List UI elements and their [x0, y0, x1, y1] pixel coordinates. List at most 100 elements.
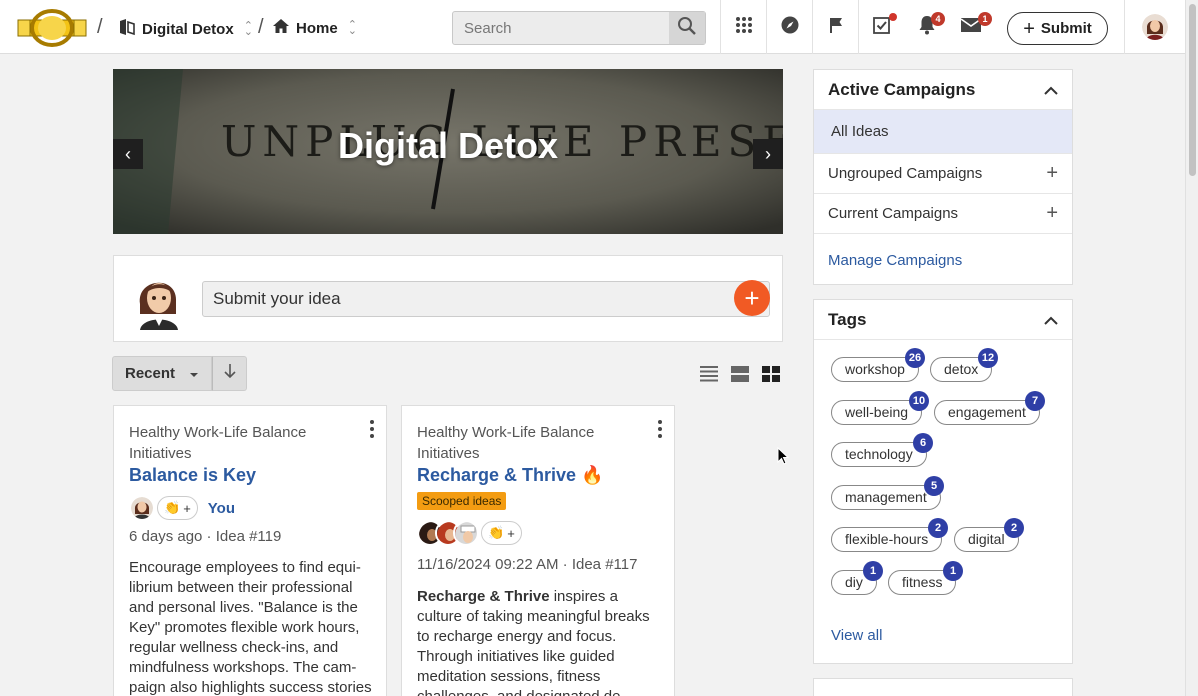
tag-count-badge: 12 [978, 348, 998, 368]
apps-grid-button[interactable] [720, 0, 766, 54]
tag-well-being[interactable]: well-being [831, 400, 923, 425]
card-campaign-name[interactable]: Healthy Work-Life Balance Initiatives [417, 422, 647, 464]
tag-label: engagement [948, 404, 1026, 420]
campaign-item-all-ideas[interactable]: All Ideas [814, 110, 1072, 154]
sort-direction-button[interactable] [212, 356, 247, 391]
clap-emoji-icon: 👏 [164, 500, 181, 515]
messages-button[interactable]: 1 [948, 0, 994, 54]
breadcrumb-home[interactable]: Home ⌃ ⌄ [272, 18, 357, 38]
compact-view-icon [730, 366, 750, 388]
submit-idea-panel: Submit your idea + [113, 255, 783, 342]
user-avatar [1142, 14, 1168, 40]
user-menu[interactable] [1124, 0, 1185, 54]
grid-view-button[interactable] [761, 364, 781, 384]
flag-button[interactable] [812, 0, 858, 54]
tag-label: diy [845, 574, 863, 590]
card-campaign-name[interactable]: Healthy Work-Life Balance Initiatives [129, 422, 359, 464]
search-button[interactable] [669, 12, 705, 44]
chevron-up-icon[interactable] [1044, 310, 1058, 330]
messages-count-badge: 1 [978, 12, 992, 26]
chevron-left-icon: ‹ [125, 143, 131, 164]
tag-label: well-being [845, 404, 909, 420]
submit-idea-input[interactable]: Submit your idea [202, 281, 770, 317]
campaign-banner-carousel: UNPLUG LIFE PRESENT Digital Detox ‹ › [113, 69, 783, 234]
tasks-button[interactable] [858, 0, 904, 54]
card-title[interactable]: Balance is Key [129, 465, 256, 486]
app-logo[interactable] [16, 8, 88, 48]
tag-label: management [845, 489, 927, 505]
reaction-button[interactable]: 👏 + [481, 521, 522, 545]
reaction-button[interactable]: 👏 + [157, 496, 198, 520]
campaign-item-current[interactable]: Current Campaigns + [814, 194, 1072, 234]
tag-label: flexible-hours [845, 531, 929, 547]
scrollbar-thumb[interactable] [1189, 4, 1196, 176]
tag-engagement[interactable]: engagement [934, 400, 1040, 425]
breadcrumb-separator: / [258, 16, 264, 38]
chevron-updown-icon[interactable]: ⌃ ⌄ [244, 21, 253, 38]
expand-plus-icon[interactable]: + [1046, 202, 1058, 225]
card-description: Recharge & Thrive inspires a culture of … [417, 587, 665, 696]
tag-count-badge: 2 [928, 518, 948, 538]
submit-label: Submit [1040, 20, 1092, 37]
notifications-button[interactable]: 4 [904, 0, 950, 54]
tag-label: detox [944, 361, 979, 377]
card-options-button[interactable] [654, 420, 666, 438]
panel-title: Tags [828, 309, 867, 329]
carousel-prev-button[interactable]: ‹ [113, 139, 143, 169]
sort-dropdown[interactable]: Recent [112, 356, 212, 391]
card-title[interactable]: Recharge & Thrive [417, 465, 576, 485]
idea-card[interactable]: Healthy Work-Life Balance Initiatives Ba… [113, 405, 387, 696]
flag-icon [827, 16, 845, 39]
tags-panel: Tags workshop 26 detox 12 well-being 10 … [813, 299, 1073, 664]
breadcrumb-community[interactable]: Digital Detox ⌃ ⌄ [118, 18, 253, 40]
card-options-button[interactable] [366, 420, 378, 438]
view-all-tags-link[interactable]: View all [831, 627, 882, 644]
author-avatar [129, 495, 155, 521]
explore-button[interactable] [766, 0, 812, 54]
kebab-dot [658, 427, 662, 431]
submit-button[interactable]: + Submit [1007, 12, 1108, 45]
kebab-dot [370, 427, 374, 431]
tag-label: digital [968, 531, 1005, 547]
next-sidebar-panel [813, 678, 1073, 696]
tags-header[interactable]: Tags [814, 300, 1072, 340]
kebab-dot [370, 420, 374, 424]
panel-title: Active Campaigns [828, 79, 976, 99]
notification-dot [889, 13, 897, 21]
carousel-next-button[interactable]: › [753, 139, 783, 169]
kebab-dot [658, 434, 662, 438]
card-title-row[interactable]: Recharge & Thrive 🔥 [417, 465, 604, 486]
author-name[interactable]: You [208, 500, 235, 517]
active-campaigns-header[interactable]: Active Campaigns [814, 70, 1072, 110]
tag-technology[interactable]: technology [831, 442, 927, 467]
active-campaigns-panel: Active Campaigns All Ideas Ungrouped Cam… [813, 69, 1073, 285]
campaign-item-ungrouped[interactable]: Ungrouped Campaigns + [814, 154, 1072, 194]
compact-view-button[interactable] [730, 364, 750, 384]
tag-label: fitness [902, 574, 943, 590]
notifications-count-badge: 4 [931, 12, 945, 26]
expand-plus-icon[interactable]: + [1046, 162, 1058, 185]
grid-view-icon [761, 366, 781, 388]
idea-card[interactable]: Healthy Work-Life Balance Initiatives Re… [401, 405, 675, 696]
card-description-bold: Recharge & Thrive [417, 588, 550, 605]
chevron-right-icon: › [765, 143, 771, 164]
tag-count-badge: 6 [913, 433, 933, 453]
scooped-badge: Scooped ideas [417, 492, 507, 510]
list-view-button[interactable] [699, 364, 719, 384]
search-input[interactable] [453, 12, 669, 44]
add-idea-button[interactable]: + [734, 280, 770, 316]
add-reaction-icon: + [183, 500, 191, 516]
card-description: Encourage employees to find equi­librium… [129, 559, 372, 696]
card-meta: 6 days ago · Idea #119 [129, 528, 282, 545]
page-scrollbar[interactable] [1185, 0, 1198, 696]
caret-down-icon [189, 365, 199, 382]
kebab-dot [370, 434, 374, 438]
user-avatar [134, 270, 184, 330]
chevron-updown-icon[interactable]: ⌃ ⌄ [348, 20, 357, 37]
manage-campaigns-link[interactable]: Manage Campaigns [814, 234, 1072, 286]
tag-count-badge: 5 [924, 476, 944, 496]
chevron-up-icon[interactable] [1044, 80, 1058, 100]
plus-icon: + [1023, 17, 1035, 40]
tag-flexible-hours[interactable]: flexible-hours [831, 527, 943, 552]
card-reactions: 👏 + You [129, 495, 235, 521]
